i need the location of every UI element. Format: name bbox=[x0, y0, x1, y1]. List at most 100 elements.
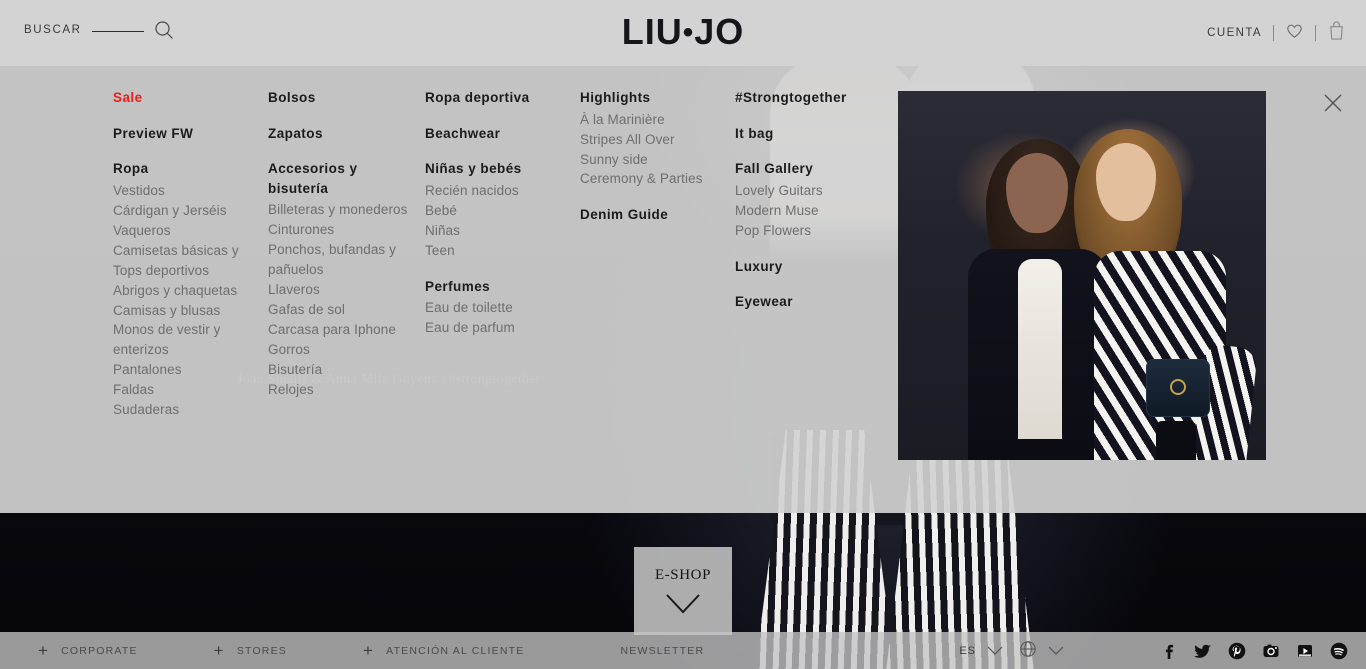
plus-icon: + bbox=[213, 641, 225, 660]
language-selector[interactable]: ES bbox=[959, 645, 1003, 657]
menu-title-fall-gallery[interactable]: Fall Gallery bbox=[735, 159, 895, 179]
menu-item-lovely-guitars[interactable]: Lovely Guitars bbox=[735, 181, 895, 201]
menu-column-1: Sale Preview FW Ropa Vestidos Cárdigan y… bbox=[113, 88, 268, 436]
menu-title-luxury[interactable]: Luxury bbox=[735, 257, 895, 277]
chevron-down-icon bbox=[1048, 646, 1064, 656]
menu-item-pantalones[interactable]: Pantalones bbox=[113, 360, 258, 380]
menu-item-cardigan-jerseis[interactable]: Cárdigan y Jerséis bbox=[113, 201, 258, 221]
menu-group-luxury: Luxury bbox=[735, 257, 895, 277]
menu-title-ropa[interactable]: Ropa bbox=[113, 159, 258, 179]
spotify-icon[interactable] bbox=[1330, 642, 1348, 660]
facebook-icon[interactable] bbox=[1160, 642, 1178, 660]
logo-text-jo: JO bbox=[694, 11, 745, 52]
menu-item-modern-muse[interactable]: Modern Muse bbox=[735, 201, 895, 221]
menu-title-eyewear[interactable]: Eyewear bbox=[735, 292, 895, 312]
promo-model-1-face bbox=[1006, 153, 1068, 233]
menu-group-strongtogether: #Strongtogether bbox=[735, 88, 895, 108]
menu-title-strongtogether[interactable]: #Strongtogether bbox=[735, 88, 895, 108]
logo-text-liu: LIU bbox=[621, 11, 683, 52]
menu-column-2: Bolsos Zapatos Accesorios y bisutería Bi… bbox=[268, 88, 425, 436]
menu-item-gorros[interactable]: Gorros bbox=[268, 340, 415, 360]
menu-item-teen[interactable]: Teen bbox=[425, 241, 570, 261]
menu-group-ropa: Ropa Vestidos Cárdigan y Jerséis Vaquero… bbox=[113, 159, 258, 420]
menu-item-bebe[interactable]: Bebé bbox=[425, 201, 570, 221]
menu-item-ponchos-bufandas[interactable]: Ponchos, bufandas y pañuelos bbox=[268, 240, 415, 280]
footer-link-newsletter[interactable]: NEWSLETTER bbox=[620, 645, 704, 657]
menu-group-ninas-bebes: Niñas y bebés Recién nacidos Bebé Niñas … bbox=[425, 159, 570, 260]
menu-item-recien-nacidos[interactable]: Recién nacidos bbox=[425, 181, 570, 201]
language-value: ES bbox=[959, 644, 976, 657]
instagram-icon[interactable] bbox=[1262, 642, 1280, 660]
menu-group-bolsos: Bolsos bbox=[268, 88, 415, 108]
menu-title-perfumes[interactable]: Perfumes bbox=[425, 277, 570, 297]
footer-link-stores[interactable]: + STORES bbox=[214, 642, 287, 659]
menu-title-denim-guide[interactable]: Denim Guide bbox=[580, 205, 725, 225]
menu-item-faldas[interactable]: Faldas bbox=[113, 380, 258, 400]
plus-icon: + bbox=[38, 641, 50, 660]
menu-item-relojes[interactable]: Relojes bbox=[268, 380, 415, 400]
menu-title-accesorios-bisuteria[interactable]: Accesorios y bisutería bbox=[268, 159, 415, 198]
menu-title-sale[interactable]: Sale bbox=[113, 88, 258, 108]
footer-link-customer-care[interactable]: + ATENCIÓN AL CLIENTE bbox=[363, 642, 524, 659]
menu-item-monos-enterizos[interactable]: Monos de vestir y enterizos bbox=[113, 320, 258, 360]
shopping-bag-icon[interactable] bbox=[1327, 20, 1346, 46]
eshop-button[interactable]: E-SHOP bbox=[634, 547, 732, 635]
pinterest-icon[interactable] bbox=[1228, 642, 1246, 660]
menu-title-highlights[interactable]: Highlights bbox=[580, 88, 725, 108]
menu-item-abrigos-chaquetas[interactable]: Abrigos y chaquetas bbox=[113, 281, 258, 301]
menu-item-a-la-mariniere[interactable]: À la Marinière bbox=[580, 110, 725, 130]
menu-item-ninas[interactable]: Niñas bbox=[425, 221, 570, 241]
menu-column-4: Highlights À la Marinière Stripes All Ov… bbox=[580, 88, 735, 436]
site-logo[interactable]: LIU•JO bbox=[0, 14, 1366, 50]
menu-item-eau-de-toilette[interactable]: Eau de toilette bbox=[425, 298, 570, 318]
chevron-down-icon bbox=[987, 646, 1003, 656]
menu-item-eau-de-parfum[interactable]: Eau de parfum bbox=[425, 318, 570, 338]
menu-item-cinturones[interactable]: Cinturones bbox=[268, 220, 415, 240]
menu-title-preview-fw[interactable]: Preview FW bbox=[113, 124, 258, 144]
menu-column-3: Ropa deportiva Beachwear Niñas y bebés R… bbox=[425, 88, 580, 436]
menu-title-ninas-y-bebes[interactable]: Niñas y bebés bbox=[425, 159, 570, 179]
menu-title-beachwear[interactable]: Beachwear bbox=[425, 124, 570, 144]
footer-link-corporate[interactable]: + CORPORATE bbox=[38, 642, 138, 659]
promo-handbag-clasp bbox=[1170, 379, 1186, 395]
menu-item-stripes-all-over[interactable]: Stripes All Over bbox=[580, 130, 725, 150]
heart-icon[interactable] bbox=[1285, 21, 1304, 45]
menu-item-sudaderas[interactable]: Sudaderas bbox=[113, 400, 258, 420]
menu-group-fall-gallery: Fall Gallery Lovely Guitars Modern Muse … bbox=[735, 159, 895, 240]
menu-item-llaveros[interactable]: Llaveros bbox=[268, 280, 415, 300]
menu-group-eyewear: Eyewear bbox=[735, 292, 895, 312]
menu-item-billeteras-monederos[interactable]: Billeteras y monederos bbox=[268, 200, 415, 220]
menu-item-gafas-de-sol[interactable]: Gafas de sol bbox=[268, 300, 415, 320]
site-header: BUSCAR LIU•JO CUENTA bbox=[0, 0, 1366, 66]
menu-item-ceremony-parties[interactable]: Ceremony & Parties bbox=[580, 169, 725, 189]
menu-title-bolsos[interactable]: Bolsos bbox=[268, 88, 415, 108]
twitter-icon[interactable] bbox=[1194, 642, 1212, 660]
youtube-icon[interactable] bbox=[1296, 642, 1314, 660]
footer-right-area: ES bbox=[959, 640, 1348, 661]
menu-item-bisuteria[interactable]: Bisutería bbox=[268, 360, 415, 380]
menu-title-zapatos[interactable]: Zapatos bbox=[268, 124, 415, 144]
menu-group-ropa-deportiva: Ropa deportiva bbox=[425, 88, 570, 108]
chevron-down-icon bbox=[663, 592, 703, 616]
menu-group-zapatos: Zapatos bbox=[268, 124, 415, 144]
menu-title-it-bag[interactable]: It bag bbox=[735, 124, 895, 144]
promo-model-1-shirt bbox=[1018, 259, 1062, 439]
globe-icon bbox=[1019, 640, 1037, 661]
menu-title-ropa-deportiva[interactable]: Ropa deportiva bbox=[425, 88, 570, 108]
menu-promo-image[interactable] bbox=[898, 91, 1266, 460]
menu-item-sunny-side[interactable]: Sunny side bbox=[580, 150, 725, 170]
plus-icon: + bbox=[363, 641, 375, 660]
menu-item-camisas-blusas[interactable]: Camisas y blusas bbox=[113, 301, 258, 321]
menu-item-carcasa-iphone[interactable]: Carcasa para Iphone bbox=[268, 320, 415, 340]
header-divider-1 bbox=[1273, 25, 1274, 41]
menu-group-highlights: Highlights À la Marinière Stripes All Ov… bbox=[580, 88, 725, 189]
country-selector[interactable] bbox=[1019, 640, 1064, 661]
footer-label-stores: STORES bbox=[236, 644, 287, 657]
menu-item-vestidos[interactable]: Vestidos bbox=[113, 181, 258, 201]
account-link[interactable]: CUENTA bbox=[1207, 27, 1262, 39]
menu-column-5: #Strongtogether It bag Fall Gallery Love… bbox=[735, 88, 905, 436]
menu-group-accesorios: Accesorios y bisutería Billeteras y mone… bbox=[268, 159, 415, 400]
menu-item-vaqueros[interactable]: Vaqueros bbox=[113, 221, 258, 241]
menu-item-pop-flowers[interactable]: Pop Flowers bbox=[735, 221, 895, 241]
menu-item-camisetas-basicas[interactable]: Camisetas básicas y Tops deportivos bbox=[113, 241, 258, 281]
